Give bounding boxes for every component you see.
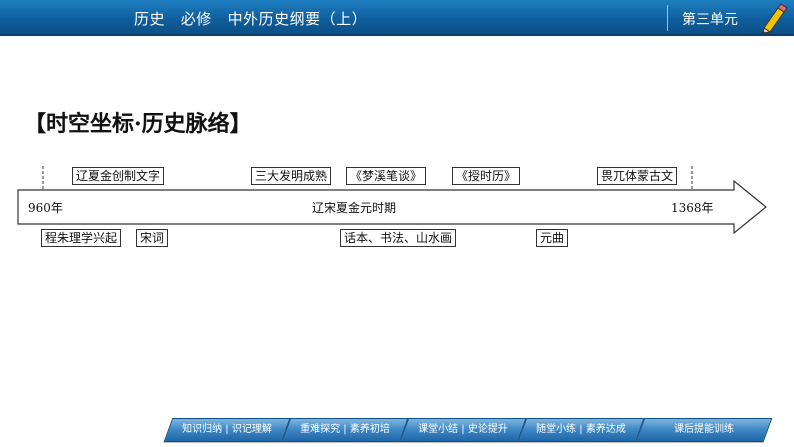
nav-label: 知识归纳 | 识记理解 xyxy=(182,424,272,435)
event-box: 三大发明成熟 xyxy=(251,167,332,185)
pencil-icon xyxy=(762,3,788,34)
nav-practice-button[interactable]: 随堂小练 | 素养达成 xyxy=(517,418,645,442)
nav-label: 重难探究 | 素养初培 xyxy=(300,424,390,435)
header-unit-label: 第三单元 xyxy=(682,12,738,28)
event-box: 《授时历》 xyxy=(452,167,521,185)
nav-label: 课堂小结 | 史论提升 xyxy=(418,424,508,435)
section-title: 【时空坐标·历史脉络】 xyxy=(24,111,252,137)
header-bar: 历史 必修 中外历史纲要（上） 第三单元 xyxy=(0,0,794,36)
timeline-start-year: 960年 xyxy=(28,201,63,215)
header-title: 历史 必修 中外历史纲要（上） xyxy=(134,10,368,28)
event-box: 《梦溪笔谈》 xyxy=(346,167,427,185)
timeline-end-year: 1368年 xyxy=(671,201,714,215)
event-box: 辽夏金创制文字 xyxy=(72,167,165,185)
event-box: 元曲 xyxy=(536,229,569,247)
nav-label: 课后提能训练 xyxy=(674,424,734,435)
nav-summary-button[interactable]: 课堂小结 | 史论提升 xyxy=(399,418,527,442)
nav-knowledge-button[interactable]: 知识归纳 | 识记理解 xyxy=(163,418,291,442)
event-box: 宋词 xyxy=(136,229,169,247)
event-box: 畏兀体蒙古文 xyxy=(597,167,678,185)
timeline-period: 辽宋夏金元时期 xyxy=(312,201,397,215)
event-box: 话本、书法、山水画 xyxy=(340,229,457,247)
header-divider xyxy=(667,5,668,31)
event-box: 程朱理学兴起 xyxy=(41,229,122,247)
nav-explore-button[interactable]: 重难探究 | 素养初培 xyxy=(281,418,409,442)
nav-homework-button[interactable]: 课后提能训练 xyxy=(635,418,773,442)
nav-label: 随堂小练 | 素养达成 xyxy=(536,424,626,435)
